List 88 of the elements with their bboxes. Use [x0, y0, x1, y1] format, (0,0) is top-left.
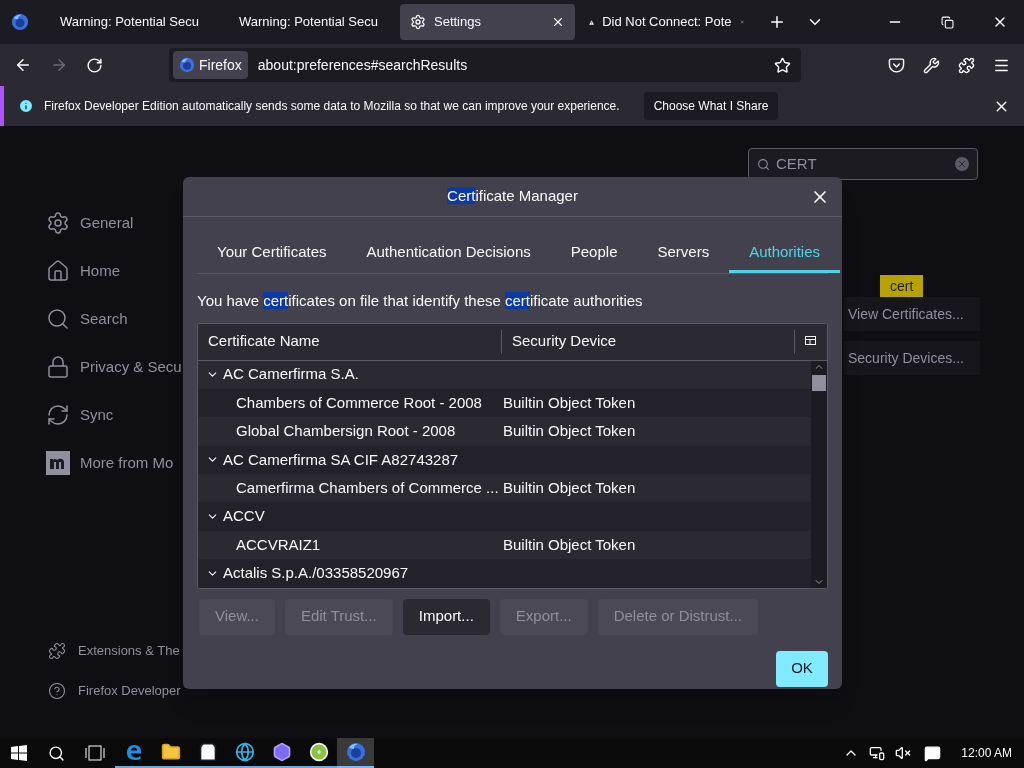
- pocket-icon[interactable]: [888, 56, 905, 74]
- certificate-row[interactable]: Global Chambersign Root - 2008 Builtin Object Token: [198, 417, 811, 446]
- task-view-icon[interactable]: [85, 745, 105, 761]
- globe-icon[interactable]: [234, 742, 255, 762]
- sidebar-footer-link[interactable]: Firefox Developer: [48, 680, 190, 702]
- firefox-logo-icon: [11, 13, 29, 31]
- action-button[interactable]: Import...: [402, 598, 490, 635]
- notification-message: Firefox Developer Edition automatically sends some data to Mozilla so that we can improve your experience.: [44, 98, 620, 115]
- column-picker-icon[interactable]: [805, 336, 816, 347]
- url-bar[interactable]: Firefox about:preferences#searchResults: [169, 48, 801, 82]
- choose-share-button[interactable]: Choose What I Share: [643, 92, 779, 120]
- settings-button[interactable]: View Certificates...: [844, 297, 980, 331]
- back-icon[interactable]: [14, 56, 32, 74]
- sync-icon: [46, 403, 70, 427]
- star-icon[interactable]: [774, 56, 791, 74]
- browser-tab[interactable]: Did Not Connect: Pote: [579, 4, 754, 40]
- group-name: ACCV: [223, 506, 265, 527]
- tree-group-row[interactable]: AC Camerfirma SA CIF A82743287: [198, 445, 811, 474]
- help-icon: [48, 682, 66, 700]
- certificate-row[interactable]: Camerfirma Chambers of Commerce ... Builtin Object Token: [198, 474, 811, 503]
- browser-tab[interactable]: Warning: Potential Secu: [42, 4, 217, 40]
- ok-button[interactable]: OK: [776, 650, 828, 687]
- browser-tab[interactable]: Warning: Potential Secu: [221, 4, 396, 40]
- dialog-tab[interactable]: People: [550, 235, 638, 273]
- security-device: Builtin Object Token: [503, 392, 636, 413]
- lock-icon: [46, 355, 70, 379]
- certificate-row[interactable]: ACCVRAIZ1 Builtin Object Token: [198, 530, 811, 560]
- new-tab-icon[interactable]: [768, 13, 786, 31]
- tree-group-row[interactable]: ACCV: [198, 502, 811, 531]
- puzzle-icon: [48, 642, 66, 660]
- dialog-tab[interactable]: Authentication Decisions: [346, 235, 551, 273]
- search-icon[interactable]: [48, 744, 65, 762]
- firefox-icon: [345, 742, 366, 762]
- gear-icon: [410, 14, 426, 30]
- clear-icon[interactable]: [955, 157, 969, 171]
- firefox-logo-icon: [179, 57, 195, 73]
- settings-button[interactable]: Security Devices...: [844, 341, 980, 375]
- dialog-description: You have certificates on file that identify these certificate authorities: [197, 291, 644, 311]
- search-tooltip: cert: [880, 275, 924, 298]
- certificate-name: Camerfirma Chambers of Commerce ...: [235, 477, 500, 498]
- info-icon: [18, 98, 34, 114]
- search-field[interactable]: CERT: [748, 148, 978, 180]
- sidebar-item[interactable]: Privacy & Secu: [46, 354, 190, 380]
- scrollbar-thumb[interactable]: [812, 374, 826, 391]
- gear-icon: [46, 211, 70, 235]
- dialog-tab[interactable]: Your Certificates: [197, 235, 347, 273]
- tree-group-row[interactable]: Actalis S.p.A./03358520967: [198, 559, 811, 588]
- url-text: about:preferences#searchResults: [257, 55, 469, 75]
- sidebar-footer-link[interactable]: Extensions & The: [48, 640, 190, 662]
- dialog-tab[interactable]: Authorities: [729, 235, 841, 273]
- edge-legacy-icon[interactable]: [124, 743, 143, 761]
- browser-tab[interactable]: Settings: [400, 4, 575, 40]
- group-name: Actalis S.p.A./03358520967: [223, 563, 409, 584]
- group-name: AC Camerfirma SA CIF A82743287: [223, 449, 459, 470]
- close-icon[interactable]: [551, 15, 565, 29]
- puzzle-icon[interactable]: [958, 56, 975, 74]
- sidebar-item[interactable]: More from Mo: [46, 450, 190, 476]
- network-icon[interactable]: [869, 745, 886, 761]
- sidebar-item[interactable]: General: [46, 210, 190, 236]
- certificate-name: Global Chambersign Root - 2008: [235, 421, 457, 442]
- dialog-tab[interactable]: Servers: [637, 235, 730, 273]
- certificate-name: ACCVRAIZ1: [235, 534, 322, 555]
- dialog-title: Certificate Manager: [447, 186, 578, 207]
- forward-icon[interactable]: [50, 56, 68, 74]
- house-icon: [46, 259, 70, 283]
- reload-icon[interactable]: [86, 56, 103, 74]
- hexagon-icon[interactable]: [271, 742, 292, 762]
- notification-icon[interactable]: [924, 744, 942, 762]
- m-logo-icon: [46, 451, 70, 475]
- certificate-name: Chambers of Commerce Root - 2008: [235, 392, 483, 413]
- security-device: Builtin Object Token: [503, 421, 636, 442]
- sidebar-item[interactable]: Sync: [46, 402, 190, 428]
- windows-start-icon[interactable]: [11, 745, 27, 761]
- circle-icon[interactable]: [308, 742, 329, 762]
- folder-icon[interactable]: [160, 742, 181, 762]
- sidebar-item[interactable]: Search: [46, 306, 190, 332]
- group-name: AC Camerfirma S.A.: [223, 364, 359, 385]
- restore-icon[interactable]: [941, 15, 954, 29]
- column-header[interactable]: Security Device: [502, 329, 795, 354]
- security-device: Builtin Object Token: [503, 534, 636, 555]
- muted-speaker-icon[interactable]: [895, 745, 912, 761]
- security-device: Builtin Object Token: [503, 477, 636, 498]
- wrench-icon[interactable]: [923, 56, 940, 74]
- column-header[interactable]: Certificate Name: [198, 329, 502, 354]
- clock[interactable]: 12:00 AM: [961, 744, 1012, 762]
- search-icon: [46, 307, 70, 331]
- sidebar-item[interactable]: Home: [46, 258, 190, 284]
- search-icon: [757, 157, 770, 171]
